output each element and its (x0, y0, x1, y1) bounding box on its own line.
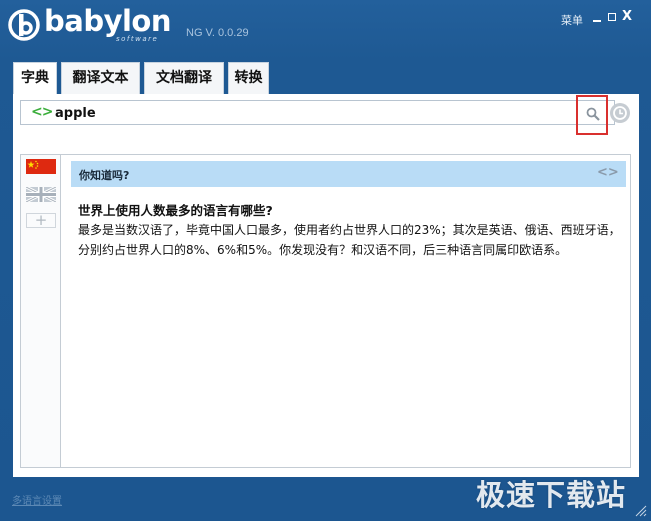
search-button[interactable] (576, 95, 608, 135)
content-frame: + 你知道吗? <> 世界上使用人数最多的语言有哪些? 最多是当数汉语了，毕竟中… (20, 154, 631, 468)
maximize-button[interactable] (605, 10, 619, 24)
tab-dictionary[interactable]: 字典 (13, 62, 57, 96)
watermark-text: 极速下载站 (476, 478, 627, 512)
question-title: 世界上使用人数最多的语言有哪些? (78, 203, 273, 218)
answer-text: 最多是当数汉语了，毕竟中国人口最多，使用者约占世界人口的23%；其次是英语、俄语… (78, 223, 621, 257)
brand-subtitle: software (116, 35, 159, 43)
dictionary-panel: <> apple + 你知道吗? <> 世界上使用人数最多的语言有哪些? 最多是… (13, 94, 639, 477)
china-flag-icon[interactable] (26, 159, 56, 174)
babylon-logo-icon (8, 9, 40, 41)
tab-convert[interactable]: 转换 (228, 62, 269, 94)
language-column: + (21, 155, 61, 467)
did-you-know-bar: 你知道吗? <> (71, 161, 626, 187)
did-you-know-nav-icon[interactable]: <> (597, 165, 619, 180)
did-you-know-title: 你知道吗? (79, 169, 130, 182)
menu-button[interactable]: 菜单 (561, 12, 583, 28)
search-icon (586, 107, 600, 121)
history-button[interactable] (610, 103, 630, 123)
tab-translate-document[interactable]: 文档翻译 (144, 62, 224, 94)
history-clock-icon (613, 106, 627, 120)
tab-translate-text[interactable]: 翻译文本 (61, 62, 140, 94)
search-input[interactable] (55, 104, 555, 122)
language-settings-link[interactable]: 多语言设置 (12, 492, 62, 507)
version-label: NG V. 0.0.29 (186, 27, 249, 39)
brand-name: babylon (44, 4, 172, 38)
uk-flag-icon[interactable] (26, 187, 56, 202)
language-swap-icon[interactable]: <> (31, 104, 53, 120)
search-box: <> (20, 100, 615, 125)
babylon-window: babylon software NG V. 0.0.29 菜单 X 字典 翻译… (0, 0, 651, 521)
resize-grip-icon[interactable] (633, 503, 647, 517)
add-language-button[interactable]: + (26, 213, 56, 228)
close-button[interactable]: X (620, 10, 634, 24)
minimize-button[interactable] (590, 10, 604, 24)
